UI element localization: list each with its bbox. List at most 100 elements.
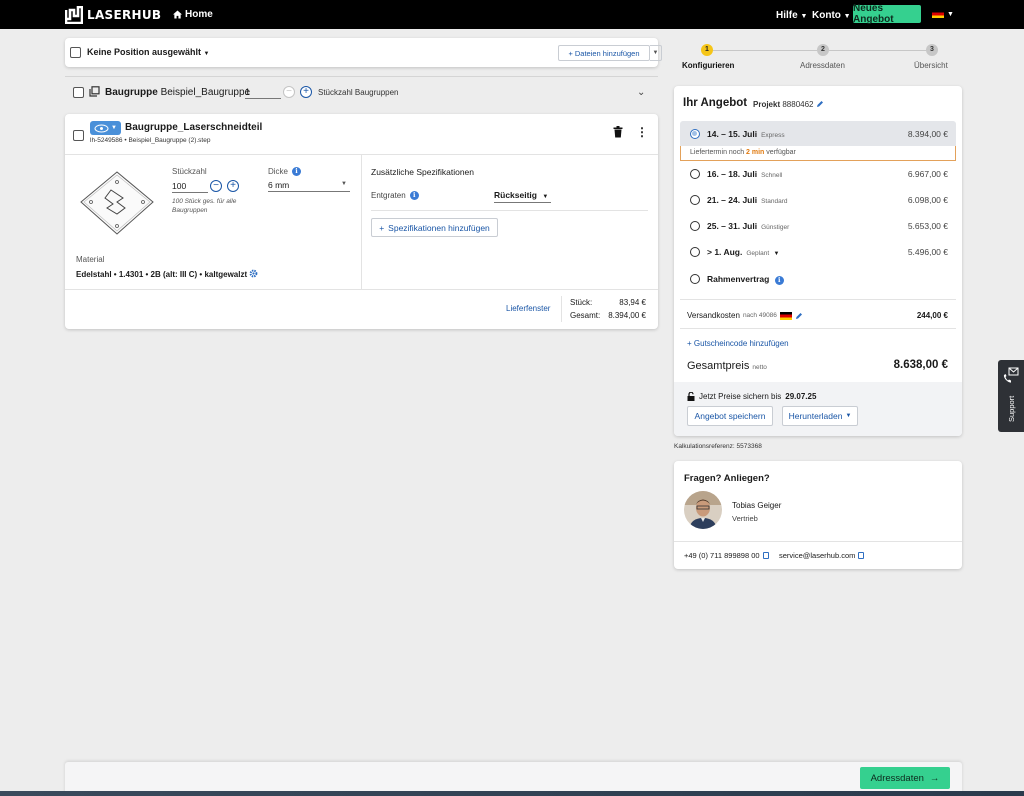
add-files-button[interactable]: + Dateien hinzufügen xyxy=(558,45,650,61)
selection-dropdown[interactable]: Keine Position ausgewählt ▼ xyxy=(87,47,210,57)
download-button[interactable]: Herunterladen ▼ xyxy=(782,406,858,426)
option-price: 5.496,00 € xyxy=(907,247,948,257)
german-flag-icon xyxy=(779,311,792,320)
help-menu[interactable]: Hilfe ▼ xyxy=(776,10,807,21)
frame-contract-option[interactable]: Rahmenvertrag i xyxy=(680,266,956,292)
contact-phone: +49 (0) 711 899898 00 xyxy=(684,551,769,560)
option-date-text: 16. – 18. Juli xyxy=(707,169,758,179)
delivery-option-cheaper[interactable]: 25. – 31. Juli Günstiger 5.653,00 € xyxy=(680,213,956,239)
home-link[interactable]: Home xyxy=(173,9,213,20)
select-all-checkbox[interactable] xyxy=(70,47,81,58)
contact-title: Fragen? Anliegen? xyxy=(684,473,770,484)
laserhub-logo-icon xyxy=(65,6,83,24)
save-offer-button[interactable]: Angebot speichern xyxy=(687,406,773,426)
account-menu[interactable]: Konto ▼ xyxy=(812,10,851,21)
chevron-down-icon: ▼ xyxy=(845,413,852,419)
increase-qty-button[interactable]: + xyxy=(227,180,239,192)
step-2-label[interactable]: Adressdaten xyxy=(800,61,845,70)
part-checkbox[interactable] xyxy=(73,130,84,141)
thickness-value: 6 mm xyxy=(268,180,290,190)
new-offer-button[interactable]: Neues Angebot xyxy=(853,3,921,25)
step-2-indicator[interactable]: 2 xyxy=(817,44,829,56)
copy-icon[interactable] xyxy=(858,552,865,559)
language-selector[interactable]: ▼ xyxy=(932,10,954,18)
availability-time: 2 min xyxy=(746,149,765,156)
unit-price-value: 83,94 € xyxy=(619,298,646,307)
delivery-option-standard[interactable]: 21. – 24. Juli Standard 6.098,00 € xyxy=(680,187,956,213)
assembly-group-row: Baugruppe Beispiel_Baugruppe 1 − + Stück… xyxy=(65,83,658,103)
delivery-option-fast[interactable]: 16. – 18. Juli Schnell 6.967,00 € xyxy=(680,161,956,187)
chevron-down-icon[interactable]: ▼ xyxy=(774,251,780,257)
decrease-qty-button[interactable]: − xyxy=(210,180,222,192)
delivery-option-express[interactable]: 14. – 15. Juli Express 8.394,00 € xyxy=(680,121,956,146)
support-tab[interactable]: Support xyxy=(998,360,1024,432)
additional-specs-title: Zusätzliche Spezifikationen xyxy=(371,167,475,177)
material-value: Edelstahl • 1.4301 • 2B (alt: III C) • k… xyxy=(76,269,258,279)
chevron-down-icon: ▼ xyxy=(542,194,549,200)
delivery-option-planned[interactable]: > 1. Aug. Geplant ▼ 5.496,00 € xyxy=(680,239,956,265)
more-options-icon[interactable]: ⋮ xyxy=(636,126,648,138)
thickness-label: Dicke xyxy=(268,167,289,176)
option-date: > 1. Aug. Geplant ▼ xyxy=(707,247,779,257)
radio-unselected[interactable] xyxy=(690,274,700,284)
info-icon[interactable]: i xyxy=(292,167,302,176)
option-price: 5.653,00 € xyxy=(907,221,948,231)
avatar xyxy=(684,491,722,529)
collapse-chevron-icon[interactable]: ⌄ xyxy=(637,87,645,98)
shipping-cost-row: Versandkosten nach 49086 xyxy=(687,311,803,320)
gear-icon[interactable] xyxy=(249,269,258,278)
part-thumbnail xyxy=(80,171,154,235)
next-step-button[interactable]: Adressdaten → xyxy=(860,767,950,789)
offer-summary-card: Ihr Angebot Projekt 8880462 14. – 15. Ju… xyxy=(674,86,962,436)
option-date-text: 25. – 31. Juli xyxy=(707,221,758,231)
add-files-dropdown-toggle[interactable]: ▼ xyxy=(650,45,662,61)
chevron-down-icon: ▼ xyxy=(843,13,851,20)
chevron-down-icon: ▼ xyxy=(203,51,210,57)
availability-pre: Liefertermin noch xyxy=(690,149,745,156)
trash-icon[interactable] xyxy=(613,126,623,138)
top-navigation-bar: LASERHUB Home Hilfe ▼ Konto ▼ Neues Ange… xyxy=(0,0,1024,29)
edit-pencil-icon[interactable] xyxy=(795,312,803,320)
info-icon[interactable]: i xyxy=(774,276,784,285)
divider xyxy=(361,155,362,289)
step-3-label[interactable]: Übersicht xyxy=(914,61,948,70)
divider xyxy=(680,328,956,329)
part-quantity-input[interactable]: 100 xyxy=(172,181,208,193)
info-icon[interactable]: i xyxy=(409,191,419,200)
chevron-down-icon: ▼ xyxy=(947,10,954,18)
unit-price-label: Stück: xyxy=(570,298,593,307)
contact-card: Fragen? Anliegen? Tobias Geiger Vertrieb… xyxy=(674,461,962,569)
radio-unselected[interactable] xyxy=(690,195,700,205)
step-1-label[interactable]: Konfigurieren xyxy=(682,61,734,70)
offer-title: Ihr Angebot xyxy=(683,97,748,109)
email-address[interactable]: service@laserhub.com xyxy=(779,551,855,560)
radio-selected[interactable] xyxy=(690,129,700,139)
part-type-badge[interactable]: ▼ xyxy=(90,121,121,135)
help-label: Hilfe xyxy=(776,10,798,21)
step-1-indicator[interactable]: 1 xyxy=(701,44,713,56)
step-connector xyxy=(713,50,817,51)
step-3-indicator[interactable]: 3 xyxy=(926,44,938,56)
increase-group-qty-button[interactable]: + xyxy=(300,86,312,98)
copy-icon[interactable] xyxy=(762,552,769,559)
material-text: Edelstahl • 1.4301 • 2B (alt: III C) • k… xyxy=(76,270,248,279)
option-price: 6.098,00 € xyxy=(907,195,948,205)
add-specifications-button[interactable]: + Spezifikationen hinzufügen xyxy=(371,218,498,237)
radio-unselected[interactable] xyxy=(690,221,700,231)
add-coupon-link[interactable]: + Gutscheincode hinzufügen xyxy=(687,339,789,348)
phone-mail-icon xyxy=(1003,367,1019,383)
deburr-label: Entgraten xyxy=(371,191,406,200)
edit-pencil-icon[interactable] xyxy=(816,100,824,108)
shipping-label: Versandkosten xyxy=(687,311,740,320)
radio-unselected[interactable] xyxy=(690,247,700,257)
group-checkbox[interactable] xyxy=(73,87,84,98)
deburr-select[interactable]: Rückseitig ▼ xyxy=(494,190,551,203)
part-name: Baugruppe_Laserschneidteil xyxy=(125,122,263,133)
group-quantity-input[interactable]: 1 xyxy=(245,87,281,99)
delivery-window-link[interactable]: Lieferfenster xyxy=(506,304,550,313)
laserhub-logo[interactable]: LASERHUB xyxy=(65,5,161,25)
decrease-group-qty-button[interactable]: − xyxy=(283,86,295,98)
thickness-select[interactable]: 6 mm ▼ xyxy=(268,180,350,192)
radio-unselected[interactable] xyxy=(690,169,700,179)
phone-number[interactable]: +49 (0) 711 899898 00 xyxy=(684,551,760,560)
